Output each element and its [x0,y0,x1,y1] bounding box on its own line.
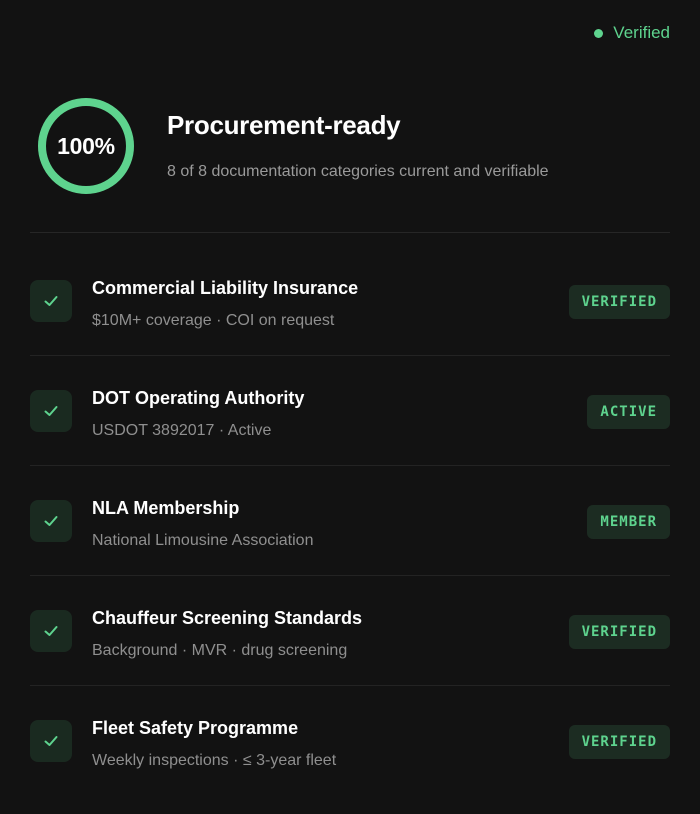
status-badge: MEMBER [587,505,670,539]
status-label: Verified [613,23,670,42]
list-item: Fleet Safety Programme Weekly inspection… [30,686,670,795]
list-item: NLA Membership National Limousine Associ… [30,466,670,576]
status-badge: VERIFIED [568,615,670,649]
summary-title: Procurement-ready [167,110,401,140]
check-icon [30,280,72,322]
check-icon [30,720,72,762]
item-title: Chauffeur Screening Standards [92,608,363,628]
item-title: Fleet Safety Programme [92,718,299,738]
status-dot-icon [594,28,604,38]
item-subtitle: Weekly inspections · ≤ 3-year fleet [92,752,337,769]
list-item: DOT Operating Authority USDOT 3892017 · … [30,356,670,466]
readiness-summary: 100% Procurement-ready 8 of 8 documentat… [36,96,670,196]
summary-subtitle: 8 of 8 documentation categories current … [167,163,549,180]
list-item: Commercial Liability Insurance $10M+ cov… [30,246,670,356]
documentation-list: Commercial Liability Insurance $10M+ cov… [30,246,670,795]
item-title: Commercial Liability Insurance [92,278,359,298]
list-item: Chauffeur Screening Standards Background… [30,576,670,686]
progress-ring: 100% [36,96,136,196]
check-icon [30,500,72,542]
status-badge: ACTIVE [587,395,670,429]
item-subtitle: $10M+ coverage · COI on request [92,312,335,329]
item-subtitle: Background · MVR · drug screening [92,642,348,659]
check-icon [30,610,72,652]
item-subtitle: National Limousine Association [92,532,314,549]
progress-percent: 100% [57,132,115,159]
item-title: NLA Membership [92,498,240,518]
compliance-panel: Verified 100% Procurement-ready 8 of 8 d… [0,0,700,814]
verified-status: Verified [594,23,670,43]
status-badge: VERIFIED [568,285,670,319]
check-icon [30,390,72,432]
item-subtitle: USDOT 3892017 · Active [92,422,272,439]
status-badge: VERIFIED [568,725,670,759]
divider [30,232,670,233]
item-title: DOT Operating Authority [92,388,305,408]
